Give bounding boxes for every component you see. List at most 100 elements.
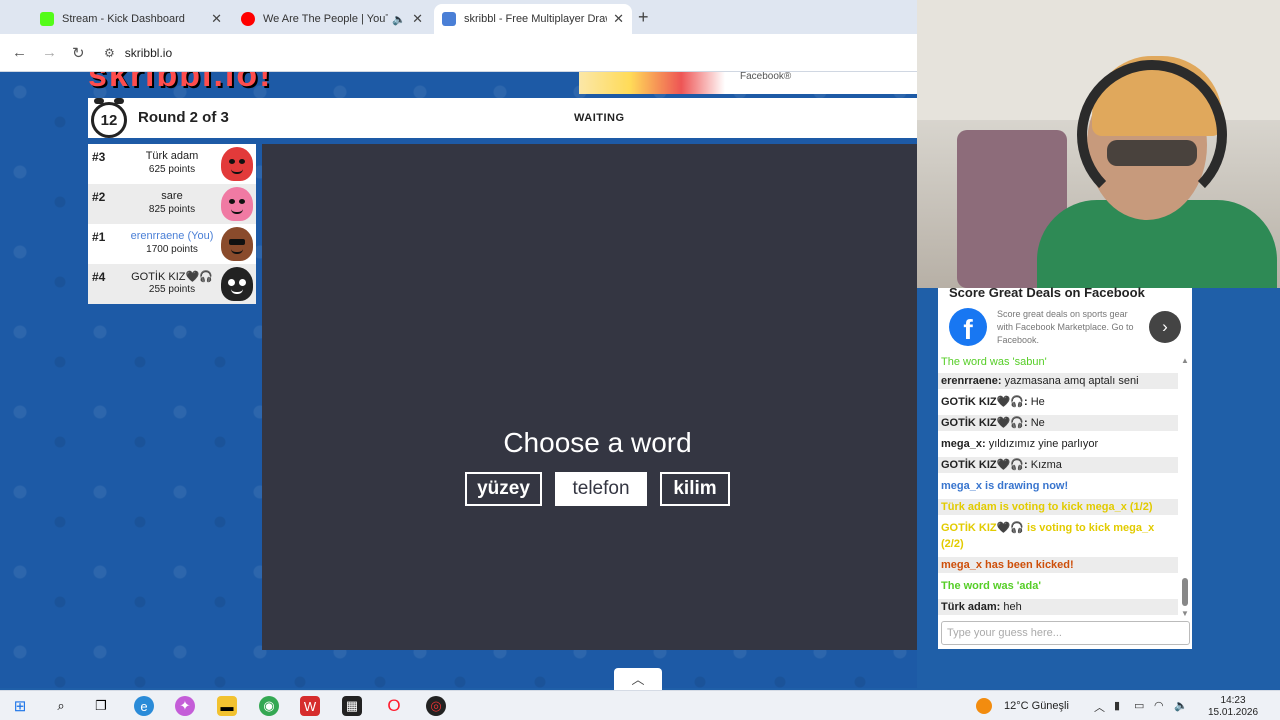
game-status: WAITING [574, 112, 625, 124]
url-field[interactable]: ⚙ skribbl.io [104, 41, 904, 65]
word-option-button[interactable]: kilim [660, 472, 730, 506]
player-rank: #2 [92, 190, 106, 204]
player-avatar [221, 227, 253, 261]
wifi-icon[interactable]: ◠ [1154, 699, 1164, 712]
system-clock[interactable]: 14:23 15.01.2026 [1208, 695, 1258, 719]
word-option-button[interactable]: telefon [555, 472, 647, 506]
top-ad-banner[interactable]: Facebook® [579, 72, 917, 94]
task-view-icon[interactable]: ❐ [91, 696, 111, 716]
youtube-favicon-icon [241, 12, 255, 26]
chevron-up-icon[interactable]: ︿ [1094, 699, 1105, 715]
obs-icon[interactable]: ◎ [426, 696, 446, 716]
message-author: erenrraene: [941, 375, 1002, 387]
message-author: GOTİK KIZ🖤🎧: [941, 459, 1028, 471]
chat-message: Türk adam is voting to kick mega_x (1/2) [938, 499, 1178, 515]
close-tab-icon[interactable]: ✕ [211, 11, 222, 27]
player-row[interactable]: #4 GOTİK KIZ🖤🎧 255 points [88, 264, 256, 304]
chat-message: GOTİK KIZ🖤🎧: He [938, 394, 1178, 410]
ad-title: Score Great Deals on Facebook [949, 285, 1145, 300]
tab-title: Stream - Kick Dashboard [62, 13, 185, 25]
tab-kick-dashboard[interactable]: Stream - Kick Dashboard ✕ [32, 4, 230, 34]
clock-date: 15.01.2026 [1208, 707, 1259, 718]
message-text: mega_x has been kicked! [941, 559, 1074, 571]
chat-message: Türk adam: heh [938, 599, 1178, 615]
reload-icon[interactable]: ↻ [72, 44, 85, 62]
search-icon[interactable]: ⌕ [51, 696, 71, 716]
chevron-up-icon[interactable]: ︿ [614, 668, 662, 690]
scroll-thumb[interactable] [1182, 578, 1188, 606]
close-tab-icon[interactable]: ✕ [412, 11, 423, 27]
chat-scrollbar[interactable]: ▲ ▼ [1180, 356, 1190, 618]
display-icon[interactable]: ▭ [1134, 699, 1144, 712]
webcam-headset [1077, 60, 1227, 210]
player-points: 255 points [148, 284, 196, 295]
player-row[interactable]: #3 Türk adam 625 points [88, 144, 256, 184]
message-text: He [1030, 396, 1045, 408]
message-author: Türk adam: [941, 601, 1001, 613]
player-list: #3 Türk adam 625 points #2 sare 825 poin… [88, 144, 256, 304]
chrome-icon[interactable]: ◉ [259, 696, 279, 716]
message-text: yıldızımız yine parlıyor [988, 438, 1099, 450]
close-tab-icon[interactable]: ✕ [613, 11, 624, 27]
webcam-glasses [1107, 140, 1197, 166]
round-timer: 12 [91, 98, 127, 138]
back-arrow-icon[interactable]: ← [12, 44, 27, 61]
player-points: 625 points [148, 164, 196, 175]
new-tab-icon[interactable]: + [638, 7, 649, 28]
word-option-button[interactable]: yüzey [465, 472, 542, 506]
scroll-down-icon[interactable]: ▼ [1181, 609, 1189, 618]
obs-clapper-icon[interactable]: ▦ [342, 696, 362, 716]
message-text: heh [1003, 601, 1022, 613]
chat-message: erenrraene: yazmasana amq aptalı seni [938, 373, 1178, 389]
player-avatar [221, 147, 253, 181]
player-row[interactable]: #2 sare 825 points [88, 184, 256, 224]
facebook-ad[interactable]: Score Great Deals on Facebook f Score gr… [938, 285, 1192, 354]
player-name: GOTİK KIZ🖤🎧 [131, 271, 213, 283]
usb-icon[interactable]: ▮ [1114, 699, 1120, 712]
avatar-mouth [231, 209, 243, 214]
site-settings-icon[interactable]: ⚙ [104, 46, 115, 60]
edge-icon[interactable]: e [134, 696, 154, 716]
url-text: skribbl.io [124, 46, 173, 60]
scroll-up-icon[interactable]: ▲ [1181, 356, 1189, 365]
skribbl-page: skribbl.io! Facebook® 12 Round 2 of 3 WA… [0, 72, 917, 688]
avatar-sunglasses [229, 239, 245, 245]
chat-message: GOTİK KIZ🖤🎧: Ne [938, 415, 1178, 431]
message-text: The word was 'sabun' [941, 356, 1047, 368]
avatar-eye [239, 279, 246, 286]
forward-arrow-icon[interactable]: → [42, 44, 57, 61]
windows-start-icon[interactable]: ⊞ [10, 696, 30, 716]
volume-icon[interactable]: 🔈 [1174, 699, 1188, 712]
ad-image [579, 72, 725, 94]
player-points: 1700 points [146, 244, 198, 255]
message-author: mega_x: [941, 438, 986, 450]
guess-input[interactable] [941, 621, 1190, 645]
chat-message: The word was 'sabun' [938, 354, 1178, 370]
skribbl-favicon-icon [442, 12, 456, 26]
player-points: 825 points [148, 204, 196, 215]
skribbl-logo: skribbl.io! [88, 72, 273, 94]
message-text: GOTİK KIZ🖤🎧 is voting to kick mega_x (2/… [941, 522, 1155, 550]
avatar-eye [229, 159, 235, 164]
message-text: yazmasana amq aptalı seni [1004, 375, 1139, 387]
message-author: GOTİK KIZ🖤🎧: [941, 396, 1028, 408]
message-author: GOTİK KIZ🖤🎧: [941, 417, 1028, 429]
copilot-icon[interactable]: ✦ [175, 696, 195, 716]
tab-youtube[interactable]: We Are The People | YouTu 🔈 ✕ [233, 4, 431, 34]
player-row-self[interactable]: #1 erenrraene (You) 1700 points [88, 224, 256, 264]
wps-icon[interactable]: W [300, 696, 320, 716]
avatar-eye [228, 279, 235, 286]
drawing-canvas[interactable]: Choose a word yüzey telefon kilim [262, 144, 917, 650]
weather-widget[interactable]: 12°C Güneşli [976, 698, 1069, 714]
file-explorer-icon[interactable]: ▬ [217, 696, 237, 716]
opera-icon[interactable]: O [384, 696, 404, 716]
speaker-icon[interactable]: 🔈 [392, 13, 406, 26]
choose-word-title: Choose a word [503, 427, 692, 458]
message-text: The word was 'ada' [941, 580, 1041, 592]
message-text: Türk adam is voting to kick mega_x (1/2) [941, 501, 1153, 513]
tab-skribbl[interactable]: skribbl - Free Multiplayer Draw ✕ [434, 4, 632, 34]
tab-title: skribbl - Free Multiplayer Draw [464, 13, 608, 25]
chevron-right-icon[interactable]: › [1149, 311, 1181, 343]
player-name: erenrraene (You) [130, 230, 214, 242]
facebook-logo-icon: f [949, 308, 987, 346]
